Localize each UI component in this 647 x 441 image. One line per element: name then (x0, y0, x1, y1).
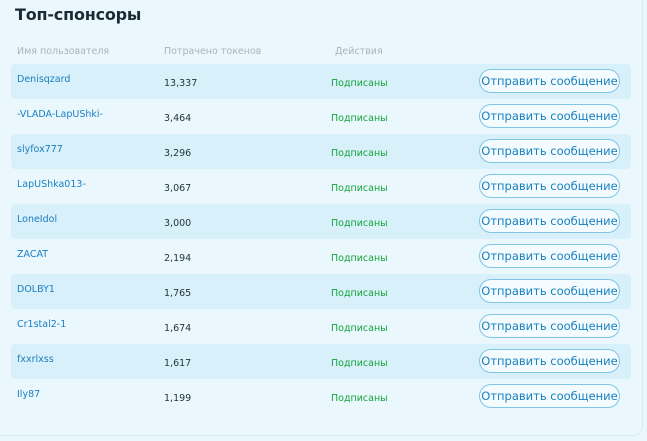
send-message-button[interactable]: Отправить сообщение (479, 69, 620, 93)
username-link[interactable]: LapUShka013- (17, 179, 86, 190)
username-link[interactable]: LoneIdol (17, 214, 57, 225)
table-row: Denisqzard 13,337 Подписаны Отправить со… (11, 64, 631, 99)
tokens-spent: 3,296 (164, 148, 192, 159)
subscription-status: Подписаны (331, 148, 388, 159)
subscription-status: Подписаны (331, 113, 388, 124)
subscription-status: Подписаны (331, 78, 388, 89)
table-row: Ily87 1,199 Подписаны Отправить сообщени… (11, 379, 631, 414)
column-header-actions: Действия (335, 46, 383, 57)
table-header: Имя пользователя Потрачено токенов Дейст… (0, 46, 643, 60)
tokens-spent: 2,194 (164, 253, 192, 264)
tokens-spent: 3,067 (164, 183, 192, 194)
subscription-status: Подписаны (331, 323, 388, 334)
tokens-spent: 1,199 (164, 393, 192, 404)
tokens-spent: 1,674 (164, 323, 192, 334)
table-row: slyfox777 3,296 Подписаны Отправить сооб… (11, 134, 631, 169)
subscription-status: Подписаны (331, 288, 388, 299)
send-message-button[interactable]: Отправить сообщение (479, 209, 620, 233)
table-row: DOLBY1 1,765 Подписаны Отправить сообщен… (11, 274, 631, 309)
table-row: fxxrlxss 1,617 Подписаны Отправить сообщ… (11, 344, 631, 379)
table-row: ZACAT 2,194 Подписаны Отправить сообщени… (11, 239, 631, 274)
username-link[interactable]: Denisqzard (17, 74, 70, 85)
column-header-tokens: Потрачено токенов (164, 46, 262, 57)
username-link[interactable]: -VLADA-LapUShki- (17, 109, 103, 120)
sponsors-table: Denisqzard 13,337 Подписаны Отправить со… (11, 64, 631, 414)
send-message-button[interactable]: Отправить сообщение (479, 384, 620, 408)
table-row: LapUShka013- 3,067 Подписаны Отправить с… (11, 169, 631, 204)
table-row: LoneIdol 3,000 Подписаны Отправить сообщ… (11, 204, 631, 239)
send-message-button[interactable]: Отправить сообщение (479, 139, 620, 163)
tokens-spent: 3,464 (164, 113, 192, 124)
username-link[interactable]: DOLBY1 (17, 284, 55, 295)
send-message-button[interactable]: Отправить сообщение (479, 104, 620, 128)
tokens-spent: 3,000 (164, 218, 192, 229)
send-message-button[interactable]: Отправить сообщение (479, 279, 620, 303)
username-link[interactable]: slyfox777 (17, 144, 63, 155)
subscription-status: Подписаны (331, 218, 388, 229)
username-link[interactable]: ZACAT (17, 249, 48, 260)
subscription-status: Подписаны (331, 393, 388, 404)
send-message-button[interactable]: Отправить сообщение (479, 244, 620, 268)
subscription-status: Подписаны (331, 253, 388, 264)
subscription-status: Подписаны (331, 358, 388, 369)
send-message-button[interactable]: Отправить сообщение (479, 314, 620, 338)
tokens-spent: 1,765 (164, 288, 192, 299)
tokens-spent: 13,337 (164, 78, 198, 89)
tokens-spent: 1,617 (164, 358, 192, 369)
username-link[interactable]: fxxrlxss (17, 354, 54, 365)
send-message-button[interactable]: Отправить сообщение (479, 349, 620, 373)
table-row: -VLADA-LapUShki- 3,464 Подписаны Отправи… (11, 99, 631, 134)
page-title: Топ-спонсоры (15, 5, 142, 24)
subscription-status: Подписаны (331, 183, 388, 194)
username-link[interactable]: Cr1stal2-1 (17, 319, 66, 330)
send-message-button[interactable]: Отправить сообщение (479, 174, 620, 198)
top-sponsors-panel: Топ-спонсоры Имя пользователя Потрачено … (0, 0, 643, 436)
column-header-user: Имя пользователя (17, 46, 110, 57)
username-link[interactable]: Ily87 (17, 389, 40, 400)
table-row: Cr1stal2-1 1,674 Подписаны Отправить соо… (11, 309, 631, 344)
